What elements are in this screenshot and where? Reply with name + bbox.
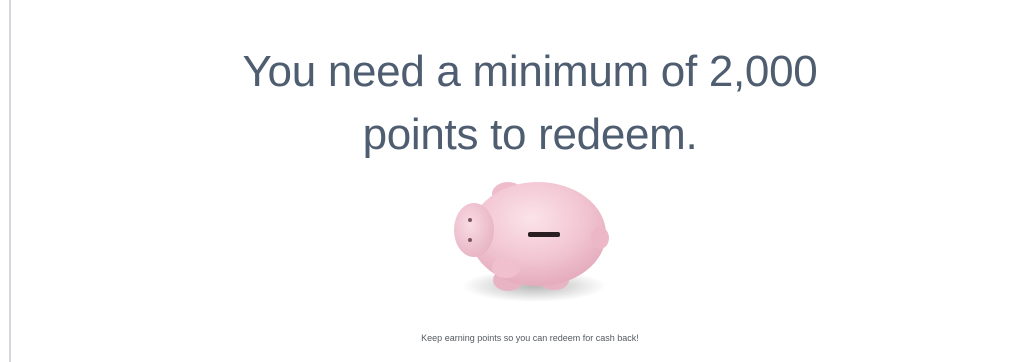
keep-earning-caption: Keep earning points so you can redeem fo… [421,333,639,343]
redeem-empty-state-panel: You need a minimum of 2,000 points to re… [0,0,1027,362]
piggy-bank-icon [454,182,609,302]
panel-left-divider [9,0,11,362]
minimum-points-message: You need a minimum of 2,000 points to re… [242,47,818,159]
